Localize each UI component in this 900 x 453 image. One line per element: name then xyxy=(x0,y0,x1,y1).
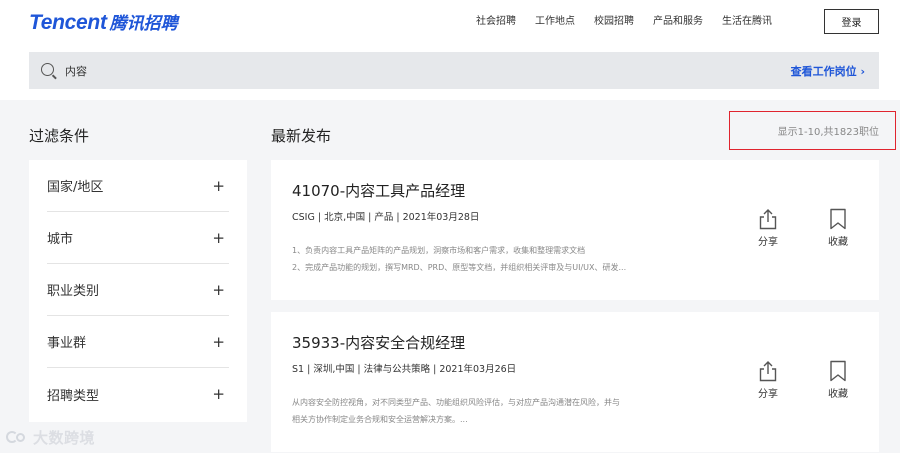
share-button[interactable]: 分享 xyxy=(748,360,788,400)
filter-job-category[interactable]: 职业类别 + xyxy=(47,264,229,316)
view-positions-link[interactable]: 查看工作岗位 › xyxy=(791,63,865,79)
watermark-text: 大数跨境 xyxy=(33,429,96,447)
filter-recruit-type[interactable]: 招聘类型 + xyxy=(47,368,229,420)
filter-country-region[interactable]: 国家/地区 + xyxy=(47,160,229,212)
share-button[interactable]: 分享 xyxy=(748,208,788,248)
result-count: 显示1-10,共1823职位 xyxy=(777,127,879,138)
job-description-line: 从内容安全防控视角，对不同类型产品、功能组织风险评估，与对应产品沟通潜在风险，并… xyxy=(292,398,620,407)
search-input[interactable] xyxy=(65,62,565,79)
header: Tencent 腾讯招聘 社会招聘 工作地点 校园招聘 产品和服务 生活在腾讯 … xyxy=(0,0,900,100)
search-bar: 查看工作岗位 › xyxy=(29,52,879,89)
job-description-line: 1、负责内容工具产品矩阵的产品规划，洞察市场和客户需求，收集和整理需求文档 xyxy=(292,246,586,255)
tencent-logo[interactable]: Tencent 腾讯招聘 xyxy=(29,9,178,35)
job-meta: S1 | 深圳,中国 | 法律与公共策略 | 2021年03月26日 xyxy=(292,364,517,375)
main-nav: 社会招聘 工作地点 校园招聘 产品和服务 生活在腾讯 xyxy=(476,14,791,30)
share-label: 分享 xyxy=(758,389,778,400)
share-label: 分享 xyxy=(758,237,778,248)
favorite-label: 收藏 xyxy=(828,237,848,248)
expand-plus-icon[interactable]: + xyxy=(212,281,225,299)
nav-item-locations[interactable]: 工作地点 xyxy=(535,14,575,30)
expand-plus-icon[interactable]: + xyxy=(212,177,225,195)
filter-label: 事业群 xyxy=(47,336,87,351)
filter-label: 招聘类型 xyxy=(47,388,100,404)
expand-plus-icon[interactable]: + xyxy=(212,333,225,351)
favorite-button[interactable]: 收藏 xyxy=(818,360,858,400)
login-button[interactable]: 登录 xyxy=(824,9,879,34)
favorite-button[interactable]: 收藏 xyxy=(818,208,858,248)
watermark-logo-icon xyxy=(6,430,30,446)
job-title[interactable]: 41070-内容工具产品经理 xyxy=(292,180,465,201)
expand-plus-icon[interactable]: + xyxy=(212,385,225,403)
job-card[interactable]: 35933-内容安全合规经理 S1 | 深圳,中国 | 法律与公共策略 | 20… xyxy=(271,312,879,452)
filter-label: 国家/地区 xyxy=(47,180,104,195)
filter-city[interactable]: 城市 + xyxy=(47,212,229,264)
logo-english: Tencent xyxy=(29,11,107,34)
nav-item-products[interactable]: 产品和服务 xyxy=(653,14,703,30)
share-icon xyxy=(759,361,777,382)
bookmark-icon xyxy=(830,360,846,382)
job-description-line: 相关方协作制定业务合规和安全运营解决方案。... xyxy=(292,415,468,424)
watermark: 大数跨境 xyxy=(6,427,95,448)
expand-plus-icon[interactable]: + xyxy=(212,229,225,247)
share-icon xyxy=(759,209,777,230)
bookmark-icon xyxy=(830,208,846,230)
job-description-line: 2、完成产品功能的规划，撰写MRD、PRD、原型等文档，并组织相关评审及与UI/… xyxy=(292,263,627,272)
favorite-label: 收藏 xyxy=(828,389,848,400)
nav-item-campus-recruit[interactable]: 校园招聘 xyxy=(594,14,634,30)
nav-item-social-recruit[interactable]: 社会招聘 xyxy=(476,14,516,30)
latest-heading: 最新发布 xyxy=(271,127,332,145)
job-title[interactable]: 35933-内容安全合规经理 xyxy=(292,332,465,353)
job-card[interactable]: 41070-内容工具产品经理 CSIG | 北京,中国 | 产品 | 2021年… xyxy=(271,160,879,300)
logo-chinese: 腾讯招聘 xyxy=(109,14,178,34)
nav-item-life-at-tencent[interactable]: 生活在腾讯 xyxy=(722,14,772,30)
filter-panel: 国家/地区 + 城市 + 职业类别 + 事业群 + 招聘类型 + xyxy=(29,160,247,422)
job-meta: CSIG | 北京,中国 | 产品 | 2021年03月28日 xyxy=(292,212,480,223)
filter-label: 城市 xyxy=(47,232,74,247)
filter-label: 职业类别 xyxy=(47,284,100,299)
filter-heading: 过滤条件 xyxy=(29,127,90,145)
result-count-highlight: 显示1-10,共1823职位 xyxy=(729,111,896,150)
filter-business-group[interactable]: 事业群 + xyxy=(47,316,229,368)
search-icon xyxy=(41,63,54,76)
